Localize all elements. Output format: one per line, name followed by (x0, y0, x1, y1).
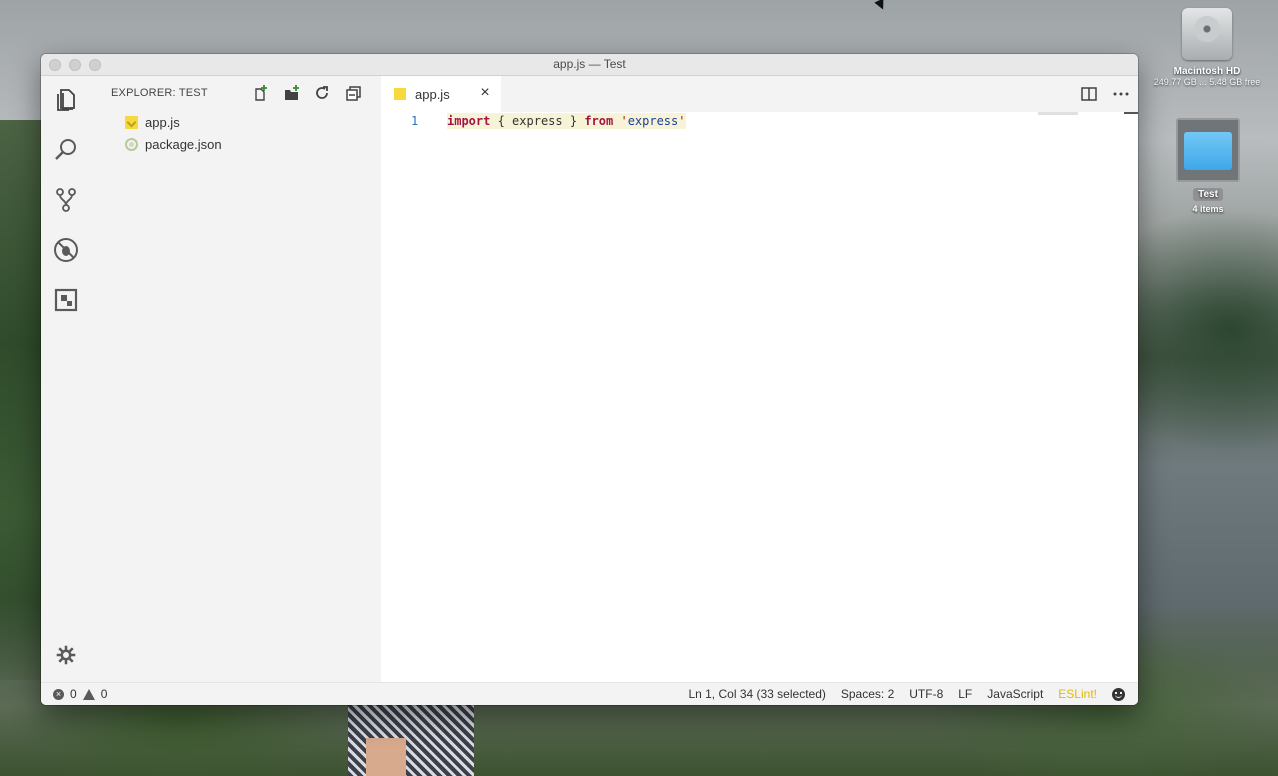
file-item-package-json[interactable]: package.json (125, 134, 222, 154)
vscode-window: app.js — Test EXPLORER: TEST app.js pack… (41, 54, 1138, 705)
more-actions-icon[interactable] (1112, 85, 1130, 103)
mouse-cursor-icon (874, 0, 888, 12)
explorer-header: EXPLORER: TEST (111, 87, 208, 99)
files-icon[interactable] (53, 87, 79, 113)
desktop-drive-icon[interactable]: Macintosh HD 249.77 GB ... 5.48 GB free (1148, 8, 1266, 87)
desktop-folder-test[interactable]: Test 4 items (1172, 118, 1244, 214)
gear-icon[interactable] (55, 644, 77, 666)
keyword-import: import (447, 114, 491, 128)
end-of-line[interactable]: LF (958, 683, 972, 705)
tab-bar: app.js × (381, 76, 1138, 112)
feedback-smiley-icon[interactable] (1112, 688, 1125, 701)
extensions-icon[interactable] (53, 287, 79, 313)
javascript-file-icon (394, 88, 406, 100)
desktop-background-legs (366, 738, 406, 776)
status-bar: × 0 0 Ln 1, Col 34 (33 selected) Spaces:… (41, 682, 1138, 705)
title-bar[interactable]: app.js — Test (41, 54, 1138, 76)
folder-name: Test (1193, 188, 1223, 201)
keyword-from: from (584, 114, 614, 128)
string-module: express (627, 114, 679, 128)
brace-close: } (562, 114, 585, 128)
window-title: app.js — Test (553, 57, 626, 71)
selection-highlight: import { express } from 'express' (447, 113, 686, 129)
folder-icon (1176, 118, 1240, 182)
eslint-status[interactable]: ESLint! (1058, 683, 1097, 705)
file-item-app-js[interactable]: app.js (125, 112, 180, 132)
warning-count: 0 (100, 687, 108, 701)
search-icon[interactable] (53, 137, 79, 163)
minimize-window-button[interactable] (69, 59, 81, 71)
refresh-icon[interactable] (313, 84, 332, 103)
close-window-button[interactable] (49, 59, 61, 71)
indentation[interactable]: Spaces: 2 (841, 683, 894, 705)
drive-name: Macintosh HD (1173, 66, 1241, 77)
drive-info: 249.77 GB ... 5.48 GB free (1153, 77, 1261, 87)
line-number: 1 (411, 114, 419, 128)
file-name: app.js (145, 114, 180, 130)
error-icon: × (53, 689, 64, 700)
string-quote-open: ' (620, 114, 628, 128)
hard-drive-icon (1182, 8, 1232, 60)
window-controls (49, 59, 101, 71)
brace-open: { (490, 114, 513, 128)
tab-app-js[interactable]: app.js × (381, 76, 501, 112)
string-quote-close: ' (678, 114, 686, 128)
encoding[interactable]: UTF-8 (909, 683, 943, 705)
new-folder-icon[interactable] (282, 84, 301, 103)
tab-label: app.js (415, 86, 450, 102)
editor-area: app.js × 1 import { express } from 'expr… (381, 76, 1138, 682)
minimap[interactable] (1038, 112, 1078, 115)
source-control-icon[interactable] (53, 187, 79, 213)
error-count: 0 (70, 687, 77, 701)
collapse-all-icon[interactable] (344, 84, 363, 103)
status-right: Ln 1, Col 34 (33 selected) Spaces: 2 UTF… (688, 683, 1125, 705)
code-line[interactable]: import { express } from 'express' (447, 112, 686, 130)
problems-indicator[interactable]: × 0 0 (53, 683, 107, 705)
explorer-sidebar: EXPLORER: TEST app.js package.json (91, 76, 381, 682)
json-file-icon (125, 137, 138, 151)
language-mode[interactable]: JavaScript (987, 683, 1043, 705)
folder-info: 4 items (1192, 204, 1224, 214)
activity-bar (41, 76, 91, 682)
javascript-file-icon (125, 115, 138, 129)
zoom-window-button[interactable] (89, 59, 101, 71)
desktop-background-trees (0, 120, 45, 680)
debug-icon[interactable] (53, 237, 79, 263)
close-icon[interactable]: × (477, 85, 493, 101)
warning-icon (82, 689, 95, 700)
split-editor-icon[interactable] (1080, 85, 1098, 103)
file-name: package.json (145, 136, 222, 152)
explorer-actions (251, 84, 363, 103)
code-editor[interactable]: 1 import { express } from 'express' (381, 112, 1138, 682)
scrollbar-indicator[interactable] (1124, 112, 1138, 114)
identifier: express (512, 114, 563, 128)
new-file-icon[interactable] (251, 84, 270, 103)
cursor-position[interactable]: Ln 1, Col 34 (33 selected) (688, 683, 825, 705)
editor-actions (1080, 85, 1130, 103)
